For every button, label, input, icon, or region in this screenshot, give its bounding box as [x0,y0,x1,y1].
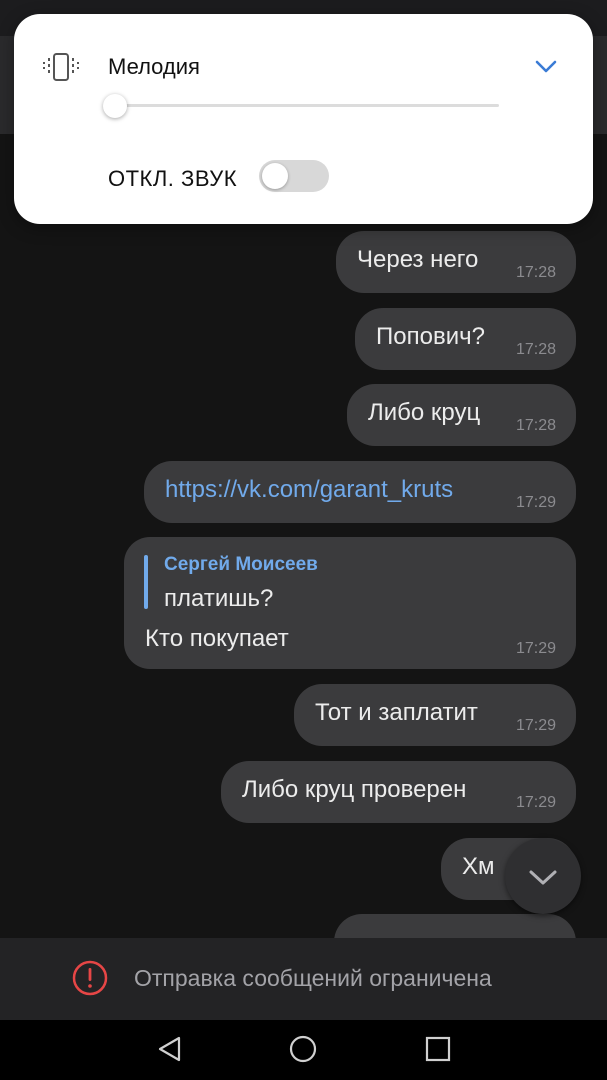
message-bubble[interactable]: Тот и заплатит 17:29 [294,684,576,746]
volume-panel: Мелодия ОТКЛ. ЗВУК [14,14,593,224]
message-text: Попович? [376,323,485,350]
restricted-notice: Отправка сообщений ограничена [0,938,607,1020]
reply-text: платишь? [164,585,274,612]
message-bubble[interactable]: https://vk.com/garant_kruts 17:29 [144,461,576,523]
chat-area[interactable]: Через него 17:28 Попович? 17:28 Либо кру… [0,134,607,938]
chevron-down-icon[interactable] [532,56,560,76]
message-time: 17:28 [515,341,556,358]
system-navigation-bar [0,1020,607,1080]
message-time: 17:28 [515,264,556,281]
volume-title: Мелодия [108,54,200,79]
reply-message-bubble[interactable]: Сергей Моисеев платишь? Кто покупает 17:… [124,537,576,669]
message-bubble[interactable]: Либо круц 17:28 [347,384,576,446]
message-bubble-partial[interactable] [334,914,576,938]
restricted-notice-text: Отправка сообщений ограничена [134,965,492,991]
message-text: Тот и заплатит [315,699,478,726]
scroll-down-button[interactable] [505,838,581,914]
message-text: Либо круц [368,399,481,426]
message-link[interactable]: https://vk.com/garant_kruts [165,476,453,504]
message-bubble[interactable]: Попович? 17:28 [355,308,576,370]
mute-toggle[interactable] [259,160,329,192]
mute-label: ОТКЛ. ЗВУК [108,166,238,191]
volume-slider-track[interactable] [115,104,499,107]
message-time: 17:29 [515,794,556,811]
message-text: Либо круц проверен [242,776,467,803]
message-text: Хм [462,853,495,880]
mute-toggle-knob [262,163,288,189]
message-bubble[interactable]: Либо круц проверен 17:29 [221,761,576,823]
recents-icon[interactable] [423,1034,453,1064]
vibrate-icon[interactable] [42,52,80,82]
reply-quote-bar [144,555,148,609]
message-time: 17:29 [515,717,556,734]
back-icon[interactable] [155,1034,185,1064]
message-time: 17:29 [515,640,556,657]
reply-author[interactable]: Сергей Моисеев [164,554,318,576]
message-bubble[interactable]: Через него 17:28 [336,231,576,293]
message-text: Кто покупает [145,625,289,652]
warning-icon [72,960,108,996]
volume-slider-thumb[interactable] [103,94,127,118]
message-time: 17:29 [515,494,556,511]
message-text: Через него [357,246,479,273]
home-icon[interactable] [288,1034,318,1064]
message-time: 17:28 [515,417,556,434]
chevron-down-icon [529,870,557,885]
